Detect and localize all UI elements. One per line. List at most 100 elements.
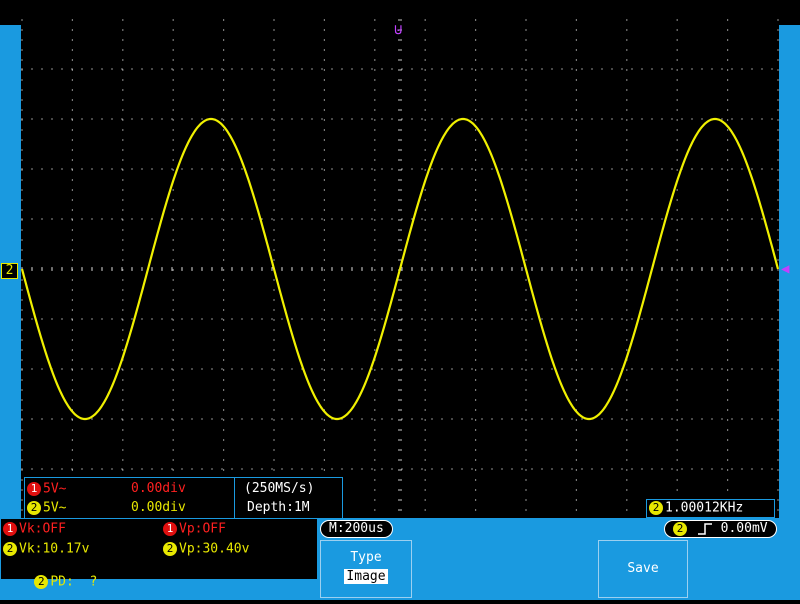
grid-dot bbox=[341, 118, 343, 120]
grid-dot bbox=[71, 79, 73, 81]
save-button[interactable]: Save bbox=[598, 540, 688, 598]
grid-dot bbox=[172, 69, 174, 71]
grid-dot bbox=[561, 368, 563, 370]
grid-dot bbox=[401, 368, 403, 370]
measure-badge: 2 bbox=[3, 542, 17, 556]
grid-dot bbox=[581, 418, 583, 420]
grid-dot bbox=[451, 318, 453, 320]
grid-dot bbox=[424, 289, 426, 291]
timebase-readout[interactable]: M:200us bbox=[320, 520, 393, 538]
grid-dot bbox=[575, 469, 577, 471]
grid-dot bbox=[122, 29, 124, 31]
grid-dot bbox=[51, 418, 53, 420]
grid-dot bbox=[201, 368, 203, 370]
grid-dot bbox=[676, 229, 678, 231]
grid-dot bbox=[525, 29, 527, 31]
grid-dot bbox=[273, 339, 275, 341]
grid-dot bbox=[261, 318, 263, 320]
ch2-ground-marker[interactable]: 2 bbox=[1, 263, 18, 279]
grid-dot bbox=[323, 439, 325, 441]
grid-dot bbox=[251, 68, 253, 70]
grid-dot bbox=[141, 418, 143, 420]
grid-dot bbox=[731, 68, 733, 70]
grid-dot bbox=[777, 439, 779, 441]
grid-dot bbox=[511, 118, 513, 120]
grid-dot bbox=[701, 218, 703, 220]
grid-dot bbox=[525, 299, 527, 301]
grid-dot bbox=[223, 59, 225, 61]
grid-dot bbox=[411, 68, 413, 70]
measure-badge: 2 bbox=[163, 542, 177, 556]
grid-dot bbox=[21, 29, 23, 31]
grid-dot bbox=[81, 318, 83, 320]
grid-dot bbox=[691, 68, 693, 70]
grid-dot bbox=[777, 349, 779, 351]
grid-dot bbox=[51, 318, 53, 320]
grid-dot bbox=[172, 139, 174, 141]
grid-dot bbox=[122, 59, 124, 61]
grid-dot bbox=[91, 68, 93, 70]
grid-dot bbox=[626, 119, 628, 121]
grid-dot bbox=[101, 318, 103, 320]
grid-dot bbox=[525, 69, 527, 71]
grid-dot bbox=[575, 389, 577, 391]
grid-dot bbox=[591, 218, 593, 220]
grid-dot bbox=[172, 239, 174, 241]
grid-dot bbox=[525, 349, 527, 351]
grid-dot bbox=[671, 418, 673, 420]
grid-dot bbox=[631, 218, 633, 220]
grid-dot bbox=[676, 329, 678, 331]
grid-dot bbox=[575, 19, 577, 21]
grid-dot bbox=[511, 168, 513, 170]
grid-dot bbox=[581, 68, 583, 70]
grid-dot bbox=[201, 468, 203, 470]
grid-dot bbox=[21, 479, 23, 481]
grid-dot bbox=[491, 218, 493, 220]
grid-dot bbox=[626, 499, 628, 501]
grid-dot bbox=[691, 218, 693, 220]
grid-dot bbox=[641, 68, 643, 70]
grid-dot bbox=[691, 368, 693, 370]
grid-dot bbox=[461, 368, 463, 370]
grid-dot bbox=[777, 429, 779, 431]
grid-dot bbox=[475, 149, 477, 151]
grid-dot bbox=[374, 119, 376, 121]
grid-dot bbox=[41, 368, 43, 370]
grid-dot bbox=[21, 239, 23, 241]
grid-dot bbox=[631, 318, 633, 320]
grid-dot bbox=[575, 199, 577, 201]
grid-dot bbox=[374, 49, 376, 51]
grid-dot bbox=[626, 279, 628, 281]
grid-dot bbox=[777, 109, 779, 111]
grid-dot bbox=[621, 168, 623, 170]
type-menu-button[interactable]: Type Image bbox=[320, 540, 412, 598]
grid-dot bbox=[331, 68, 333, 70]
trigger-position-marker[interactable]: ⊍ bbox=[394, 23, 402, 37]
trigger-readout[interactable]: 2 0.00mV bbox=[664, 520, 777, 538]
measure-row3: 2 PD: ? bbox=[3, 561, 97, 604]
trigger-level-marker[interactable]: ◀ bbox=[781, 262, 789, 276]
grid-dot bbox=[122, 149, 124, 151]
grid-dot bbox=[575, 499, 577, 501]
ch1-badge: 1 bbox=[27, 482, 41, 496]
grid-dot bbox=[121, 418, 123, 420]
grid-dot bbox=[727, 39, 729, 41]
grid-dot bbox=[273, 189, 275, 191]
grid-dot bbox=[531, 318, 533, 320]
grid-dot bbox=[681, 318, 683, 320]
grid-dot bbox=[172, 349, 174, 351]
grid-dot bbox=[131, 318, 133, 320]
grid-dot bbox=[191, 368, 193, 370]
grid-dot bbox=[651, 168, 653, 170]
grid-dot bbox=[51, 468, 53, 470]
grid-dot bbox=[661, 118, 663, 120]
grid-dot bbox=[223, 199, 225, 201]
grid-dot bbox=[101, 118, 103, 120]
grid-dot bbox=[551, 318, 553, 320]
grid-dot bbox=[361, 368, 363, 370]
grid-dot bbox=[223, 249, 225, 251]
grid-dot bbox=[777, 269, 779, 271]
grid-dot bbox=[91, 118, 93, 120]
grid-dot bbox=[374, 439, 376, 441]
grid-dot bbox=[551, 368, 553, 370]
